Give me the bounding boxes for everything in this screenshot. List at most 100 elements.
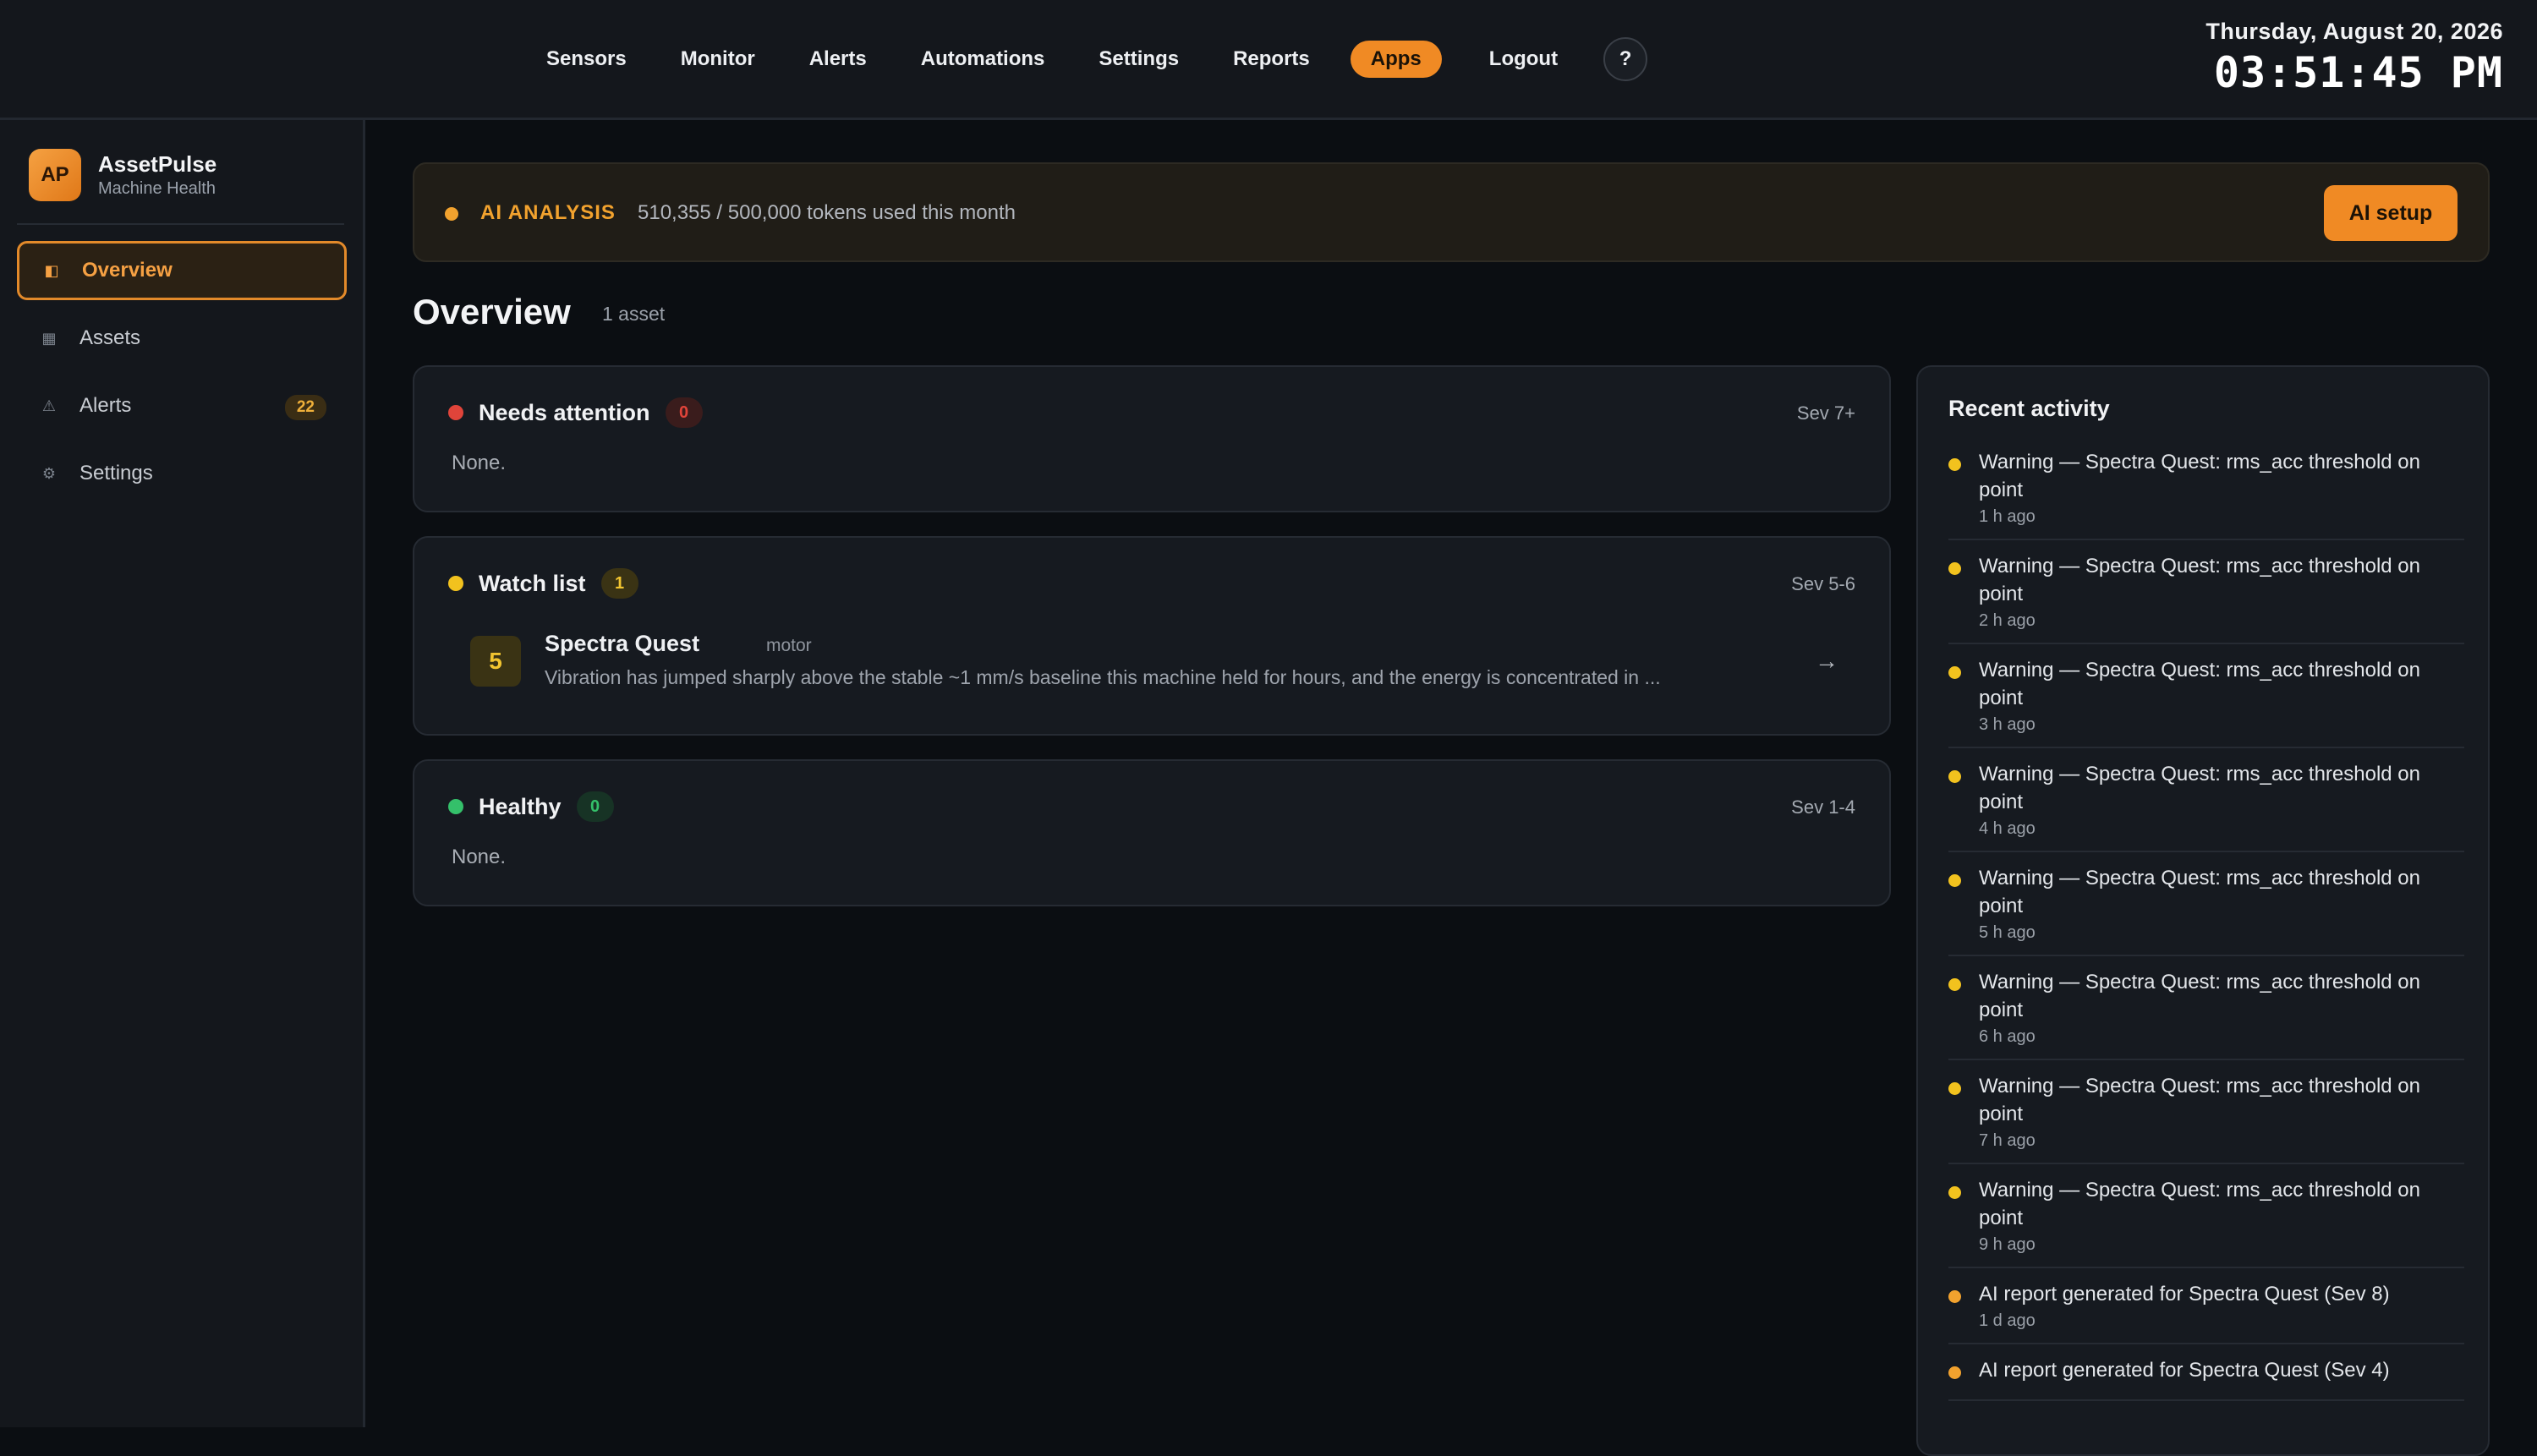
severity-range: Sev 5-6 xyxy=(1791,573,1855,594)
brand-name: AssetPulse xyxy=(98,151,217,177)
warning-dot xyxy=(1948,1186,1961,1199)
brand-logo: AP xyxy=(29,149,81,201)
clock-date: Thursday, August 20, 2026 xyxy=(2205,19,2503,44)
warning-icon: ⚠ xyxy=(41,397,57,414)
page-title: Overview xyxy=(413,292,571,331)
activity-time: 5 h ago xyxy=(1979,923,2036,942)
activity-text: AI report generated for Spectra Quest (S… xyxy=(1979,1283,2390,1305)
warning-dot xyxy=(1948,666,1961,679)
asset-row-spectra-quest[interactable]: 5 Spectra Quest motor Vibration has jump… xyxy=(470,631,1838,692)
recent-activity-title: Recent activity xyxy=(1948,396,2110,421)
recent-activity-panel: Recent activity Warning — Spectra Quest:… xyxy=(1916,365,2490,1456)
asset-type: motor xyxy=(766,636,812,655)
activity-time: 1 d ago xyxy=(1979,1311,2036,1330)
severity-range: Sev 1-4 xyxy=(1791,796,1855,818)
ai-token-usage: 510,355 / 500,000 tokens used this month xyxy=(638,201,1016,224)
warning-dot xyxy=(1948,770,1961,783)
activity-time: 7 h ago xyxy=(1979,1131,2036,1150)
activity-item[interactable]: AI report generated for Spectra Quest (S… xyxy=(1948,1280,2464,1344)
ai-analysis-banner: AI ANALYSIS 510,355 / 500,000 tokens use… xyxy=(413,162,2490,262)
count-badge: 1 xyxy=(600,568,638,599)
count-badge: 0 xyxy=(665,397,703,428)
sidebar: AP AssetPulse Machine Health ◧ Overview … xyxy=(0,120,365,1427)
card-title: Healthy xyxy=(479,793,562,819)
activity-time: 1 h ago xyxy=(1979,507,2036,526)
activity-item[interactable]: Warning — Spectra Quest: rms_acc thresho… xyxy=(1948,968,2464,1060)
sidebar-item-settings[interactable]: ⚙ Settings xyxy=(17,444,347,503)
severity-range: Sev 7+ xyxy=(1796,402,1855,424)
activity-text: Warning — Spectra Quest: rms_acc thresho… xyxy=(1979,1075,2420,1125)
activity-text: Warning — Spectra Quest: rms_acc thresho… xyxy=(1979,451,2420,501)
card-title: Needs attention xyxy=(479,399,650,425)
asset-name: Spectra Quest xyxy=(545,631,700,656)
activity-time: 6 h ago xyxy=(1979,1027,2036,1046)
activity-item[interactable]: Warning — Spectra Quest: rms_acc thresho… xyxy=(1948,1176,2464,1268)
sidebar-item-label: Alerts xyxy=(79,394,132,417)
activity-text: Warning — Spectra Quest: rms_acc thresho… xyxy=(1979,971,2420,1021)
severity-score: 5 xyxy=(470,636,521,687)
sidebar-item-label: Overview xyxy=(82,259,173,282)
activity-item[interactable]: Warning — Spectra Quest: rms_acc thresho… xyxy=(1948,760,2464,852)
report-dot xyxy=(1948,1290,1961,1303)
brand[interactable]: AP AssetPulse Machine Health xyxy=(29,149,216,201)
count-badge: 0 xyxy=(576,791,614,822)
asset-count: 1 asset xyxy=(602,303,666,325)
activity-text: Warning — Spectra Quest: rms_acc thresho… xyxy=(1979,763,2420,813)
nav-monitor[interactable]: Monitor xyxy=(654,41,782,78)
ai-setup-button[interactable]: AI setup xyxy=(2324,185,2458,241)
report-dot xyxy=(1948,1366,1961,1379)
nav-logout[interactable]: Logout xyxy=(1462,41,1585,78)
grid-icon: ▦ xyxy=(41,329,57,347)
activity-item[interactable]: AI report generated for Spectra Quest (S… xyxy=(1948,1356,2464,1401)
healthy-card: Healthy 0 Sev 1-4 None. xyxy=(413,759,1891,906)
alerts-count-badge: 22 xyxy=(284,395,326,420)
sidebar-item-label: Settings xyxy=(79,462,153,484)
clock: Thursday, August 20, 2026 03:51:45 PM xyxy=(2205,19,2503,97)
ai-status-dot xyxy=(445,207,458,221)
healthy-status-dot xyxy=(448,799,463,814)
nav-reports[interactable]: Reports xyxy=(1206,41,1337,78)
warning-status-dot xyxy=(448,576,463,591)
warning-dot xyxy=(1948,562,1961,575)
needs-attention-card: Needs attention 0 Sev 7+ None. xyxy=(413,365,1891,512)
sidebar-item-alerts[interactable]: ⚠ Alerts 22 xyxy=(17,376,347,435)
watch-list-card: Watch list 1 Sev 5-6 5 Spectra Quest mot… xyxy=(413,536,1891,736)
brand-subtitle: Machine Health xyxy=(98,179,216,198)
activity-item[interactable]: Warning — Spectra Quest: rms_acc thresho… xyxy=(1948,552,2464,644)
activity-item[interactable]: Warning — Spectra Quest: rms_acc thresho… xyxy=(1948,1072,2464,1164)
warning-dot xyxy=(1948,1082,1961,1095)
activity-text: Warning — Spectra Quest: rms_acc thresho… xyxy=(1979,867,2420,917)
asset-description: Vibration has jumped sharply above the s… xyxy=(545,666,1661,688)
side-menu: ◧ Overview ▦ Assets ⚠ Alerts 22 ⚙ Settin… xyxy=(17,241,347,512)
empty-state: None. xyxy=(452,452,507,474)
nav-settings[interactable]: Settings xyxy=(1071,41,1206,78)
activity-item[interactable]: Warning — Spectra Quest: rms_acc thresho… xyxy=(1948,448,2464,540)
activity-text: Warning — Spectra Quest: rms_acc thresho… xyxy=(1979,1179,2420,1229)
sidebar-item-assets[interactable]: ▦ Assets xyxy=(17,309,347,368)
top-nav: Sensors Monitor Alerts Automations Setti… xyxy=(519,36,1648,83)
activity-time: 9 h ago xyxy=(1979,1235,2036,1254)
gear-icon: ⚙ xyxy=(41,464,57,482)
nav-apps[interactable]: Apps xyxy=(1350,41,1442,78)
activity-text: AI report generated for Spectra Quest (S… xyxy=(1979,1359,2390,1382)
sidebar-item-overview[interactable]: ◧ Overview xyxy=(17,241,347,300)
top-bar: Sensors Monitor Alerts Automations Setti… xyxy=(0,0,2537,120)
arrow-right-icon[interactable]: → xyxy=(1815,648,1838,675)
activity-list: Warning — Spectra Quest: rms_acc thresho… xyxy=(1948,448,2464,1413)
critical-status-dot xyxy=(448,405,463,420)
nav-sensors[interactable]: Sensors xyxy=(519,41,654,78)
help-button[interactable]: ? xyxy=(1603,37,1648,81)
sidebar-divider xyxy=(17,223,344,225)
activity-time: 2 h ago xyxy=(1979,611,2036,630)
nav-alerts[interactable]: Alerts xyxy=(782,41,894,78)
activity-item[interactable]: Warning — Spectra Quest: rms_acc thresho… xyxy=(1948,656,2464,748)
activity-text: Warning — Spectra Quest: rms_acc thresho… xyxy=(1979,659,2420,709)
empty-state: None. xyxy=(452,846,507,868)
card-title: Watch list xyxy=(479,570,586,596)
activity-item[interactable]: Warning — Spectra Quest: rms_acc thresho… xyxy=(1948,864,2464,956)
warning-dot xyxy=(1948,458,1961,471)
clock-time: 03:51:45 PM xyxy=(2213,48,2503,97)
warning-dot xyxy=(1948,874,1961,887)
nav-automations[interactable]: Automations xyxy=(894,41,1072,78)
activity-time: 4 h ago xyxy=(1979,819,2036,838)
